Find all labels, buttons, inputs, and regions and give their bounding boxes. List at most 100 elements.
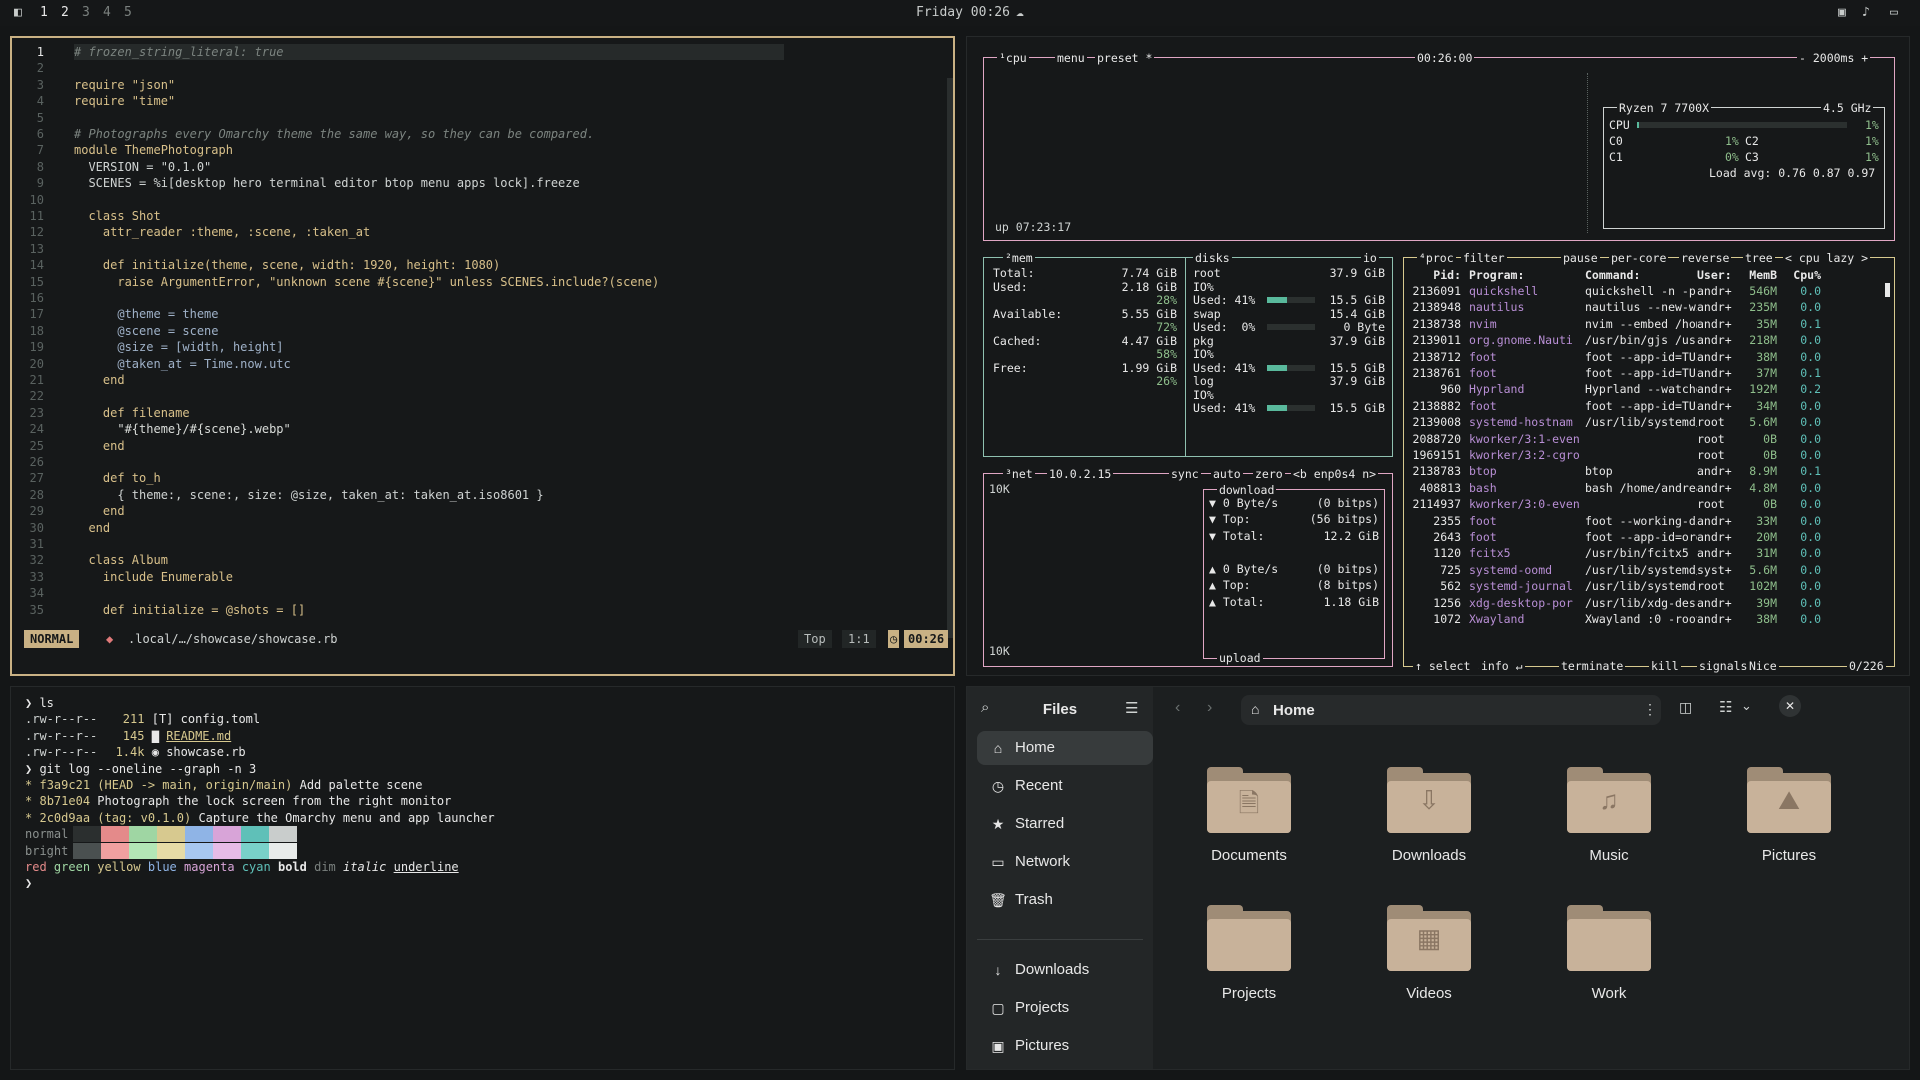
- launcher-icon[interactable]: ◧: [14, 5, 22, 20]
- code-line[interactable]: end: [74, 438, 125, 454]
- code-line[interactable]: VERSION = "0.1.0": [74, 159, 211, 175]
- workspace-2[interactable]: 2: [61, 5, 69, 20]
- sidebar-item-trash[interactable]: 🗑 Trash: [977, 883, 1153, 917]
- net-auto-tab[interactable]: auto: [1211, 467, 1243, 481]
- close-icon[interactable]: ✕: [1779, 695, 1801, 717]
- editor-scrollbar[interactable]: [947, 78, 953, 638]
- prompt-cursor[interactable]: ❯: [25, 876, 32, 890]
- code-line[interactable]: class Album: [74, 552, 167, 568]
- file-name[interactable]: README.md: [166, 729, 231, 743]
- proc-column-header[interactable]: Pid:: [1409, 267, 1461, 283]
- proc-footer-action[interactable]: kill: [1649, 659, 1681, 673]
- code-line[interactable]: module ThemePhotograph: [74, 142, 233, 158]
- interval[interactable]: - 2000ms +: [1797, 51, 1871, 65]
- proc-footer-action[interactable]: terminate: [1559, 659, 1626, 673]
- display-icon[interactable]: ▭: [1890, 5, 1898, 20]
- cpu-tab[interactable]: ¹cpu: [997, 51, 1029, 65]
- code-line[interactable]: attr_reader :theme, :scene, :taken_at: [74, 224, 370, 240]
- sidebar-menu-icon[interactable]: ☰: [1125, 699, 1138, 717]
- net-zero-tab[interactable]: zero: [1253, 467, 1285, 481]
- code-line[interactable]: @size = [width, height]: [74, 339, 283, 355]
- btop-window[interactable]: ¹cpu menu preset * 00:26:00 - 2000ms + u…: [966, 36, 1910, 676]
- proc-column-header[interactable]: MemB: [1737, 267, 1777, 283]
- location-bar[interactable]: ⌂ Home ⋮: [1241, 695, 1661, 725]
- terminal-window[interactable]: ❯ ls .rw-r--r-- 211 [T] config.toml .rw-r-…: [10, 686, 955, 1070]
- code-line[interactable]: require "time": [74, 93, 175, 109]
- net-sync-tab[interactable]: sync: [1169, 467, 1201, 481]
- forward-icon[interactable]: ›: [1207, 699, 1212, 717]
- code-line[interactable]: def to_h: [74, 470, 161, 486]
- mem-title[interactable]: ²mem: [1003, 251, 1035, 265]
- folder-projects[interactable]: Projects: [1165, 891, 1315, 1021]
- code-line[interactable]: end: [74, 520, 110, 536]
- preset-tab[interactable]: preset *: [1095, 51, 1155, 65]
- proc-column-header[interactable]: Command:: [1585, 267, 1697, 283]
- file-name[interactable]: showcase.rb: [166, 745, 245, 759]
- proc-footer-action[interactable]: signals: [1697, 659, 1750, 673]
- folder-documents[interactable]: 🗎 Documents: [1165, 753, 1315, 883]
- proc-footer-action[interactable]: Nice: [1747, 659, 1779, 673]
- code-line[interactable]: @scene = scene: [74, 323, 218, 339]
- view-options-icon[interactable]: ⌄: [1741, 698, 1752, 714]
- folder-downloads[interactable]: ⇩ Downloads: [1345, 753, 1495, 883]
- proc-scrollbar[interactable]: [1885, 283, 1890, 297]
- sidebar-item-starred[interactable]: ★ Starred: [977, 807, 1153, 841]
- back-icon[interactable]: ‹: [1175, 699, 1180, 717]
- sidebar-item-recent[interactable]: ◷ Recent: [977, 769, 1153, 803]
- net-iface-tab[interactable]: <b enp0s4 n>: [1291, 467, 1379, 481]
- proc-footer-action[interactable]: info ↵: [1479, 659, 1525, 673]
- volume-icon[interactable]: ♪: [1862, 5, 1870, 20]
- code-line[interactable]: end: [74, 503, 125, 519]
- sidebar-item-home[interactable]: ⌂ Home: [977, 731, 1153, 765]
- sidebar-item-projects[interactable]: ▢ Projects: [977, 991, 1153, 1025]
- net-title[interactable]: ³net: [1003, 467, 1035, 481]
- sidebar-item-downloads[interactable]: ↓ Downloads: [977, 953, 1153, 987]
- code-line[interactable]: include Enumerable: [74, 569, 233, 585]
- clock[interactable]: Friday 00:26: [916, 5, 1010, 20]
- code-line[interactable]: end: [74, 372, 125, 388]
- proc-column-header[interactable]: Program:: [1469, 267, 1581, 283]
- folder-music[interactable]: ♫ Music: [1525, 753, 1675, 883]
- proc-sort-tab[interactable]: < cpu lazy >: [1783, 251, 1871, 265]
- code-line[interactable]: # Photographs every Omarchy theme the sa…: [74, 126, 594, 142]
- code-line[interactable]: { theme:, scene:, size: @size, taken_at:…: [74, 487, 543, 503]
- proc-column-header[interactable]: Cpu%: [1781, 267, 1821, 283]
- code-line[interactable]: @taken_at = Time.now.utc: [74, 356, 290, 372]
- view-list-icon[interactable]: ☷: [1719, 698, 1732, 716]
- code-line[interactable]: # frozen_string_literal: true: [74, 44, 784, 60]
- code-line[interactable]: def filename: [74, 405, 190, 421]
- code-line[interactable]: SCENES = %i[desktop hero terminal editor…: [74, 175, 579, 191]
- workspace-3[interactable]: 3: [82, 5, 90, 20]
- file-name[interactable]: config.toml: [181, 712, 260, 726]
- code-line[interactable]: raise ArgumentError, "unknown scene #{sc…: [74, 274, 659, 290]
- sidebar-item-pictures[interactable]: ▣ Pictures: [977, 1029, 1153, 1063]
- code-line[interactable]: "#{theme}/#{scene}.webp": [74, 421, 290, 437]
- code-line[interactable]: def initialize = @shots = []: [74, 602, 305, 618]
- proc-column-header[interactable]: User:: [1697, 267, 1737, 283]
- io-title[interactable]: io: [1361, 251, 1379, 265]
- sidebar-item-network[interactable]: ▭ Network: [977, 845, 1153, 879]
- folder-videos[interactable]: ▦ Videos: [1345, 891, 1495, 1021]
- weather-icon[interactable]: ☁: [1016, 5, 1024, 20]
- code-line[interactable]: @theme = theme: [74, 306, 218, 322]
- workspace-1[interactable]: 1: [40, 5, 48, 20]
- proc-percore-tab[interactable]: per-core: [1609, 251, 1669, 265]
- location-menu-icon[interactable]: ⋮: [1643, 701, 1657, 718]
- files-window[interactable]: ⌕ Files ☰ ⌂ Home ◷ Recent ★ Starred ▭ Network 🗑 T…: [966, 686, 1910, 1070]
- proc-reverse-tab[interactable]: reverse: [1679, 251, 1732, 265]
- code-line[interactable]: def initialize(theme, scene, width: 1920…: [74, 257, 500, 273]
- menu-tab[interactable]: menu: [1055, 51, 1087, 65]
- screen-record-icon[interactable]: ▣: [1838, 5, 1846, 20]
- proc-footer-action[interactable]: ↑ select ↓: [1413, 659, 1487, 673]
- camera-icon[interactable]: ◫: [1679, 699, 1692, 716]
- code-line[interactable]: require "json": [74, 77, 175, 93]
- folder-pictures[interactable]: ⛰ Pictures: [1705, 753, 1855, 883]
- proc-filter-tab[interactable]: filter: [1461, 251, 1507, 265]
- workspace-5[interactable]: 5: [124, 5, 132, 20]
- folder-work[interactable]: Work: [1525, 891, 1675, 1021]
- proc-tree-tab[interactable]: tree: [1743, 251, 1775, 265]
- editor-window[interactable]: 1 # frozen_string_literal: true 2 3 require …: [10, 36, 955, 676]
- proc-title[interactable]: ⁴proc: [1417, 251, 1456, 265]
- workspace-4[interactable]: 4: [103, 5, 111, 20]
- code-line[interactable]: class Shot: [74, 208, 160, 224]
